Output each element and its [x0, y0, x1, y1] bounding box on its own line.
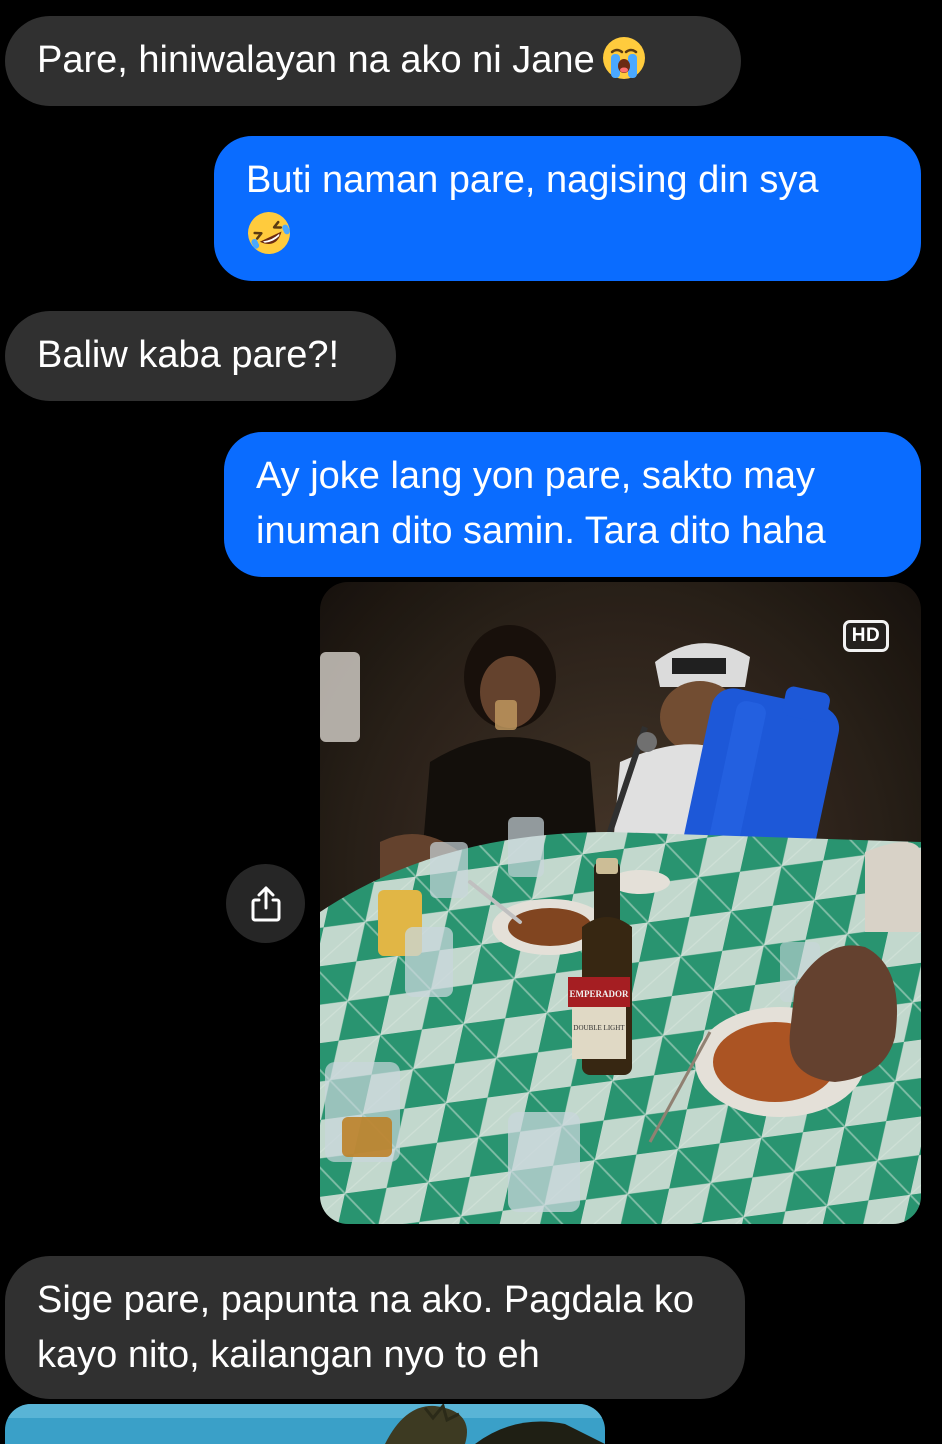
rolling-on-floor-laughing-icon — [248, 212, 290, 254]
loudly-crying-face-icon — [602, 37, 645, 79]
message-text: Ay joke lang yon pare, sakto may inuman … — [256, 455, 826, 552]
next-photo-preview — [5, 1404, 605, 1444]
message-bubble-incoming[interactable]: Baliw kaba pare?! — [5, 311, 396, 401]
shared-photo[interactable]: EMPERADOR DOUBLE LIGHT HD — [320, 582, 921, 1224]
share-icon — [251, 886, 280, 921]
message-bubble-incoming[interactable]: Pare, hiniwalayan na ako ni Jane — [5, 16, 741, 106]
share-button[interactable] — [226, 864, 305, 943]
message-bubble-outgoing[interactable]: Buti naman pare, nagising din sya — [214, 136, 921, 281]
hd-badge: HD — [843, 620, 889, 652]
message-bubble-incoming[interactable]: Sige pare, papunta na ako. Pagdala ko ka… — [5, 1256, 745, 1399]
message-text: Pare, hiniwalayan na ako ni Jane — [37, 39, 595, 81]
message-bubble-outgoing[interactable]: Ay joke lang yon pare, sakto may inuman … — [224, 432, 921, 577]
shared-photo[interactable] — [5, 1404, 605, 1444]
message-text: Baliw kaba pare?! — [37, 334, 340, 376]
drinking-session-photo: EMPERADOR DOUBLE LIGHT — [320, 582, 921, 1224]
message-text: Buti naman pare, nagising din sya — [246, 159, 819, 201]
message-text: Sige pare, papunta na ako. Pagdala ko ka… — [37, 1279, 695, 1376]
